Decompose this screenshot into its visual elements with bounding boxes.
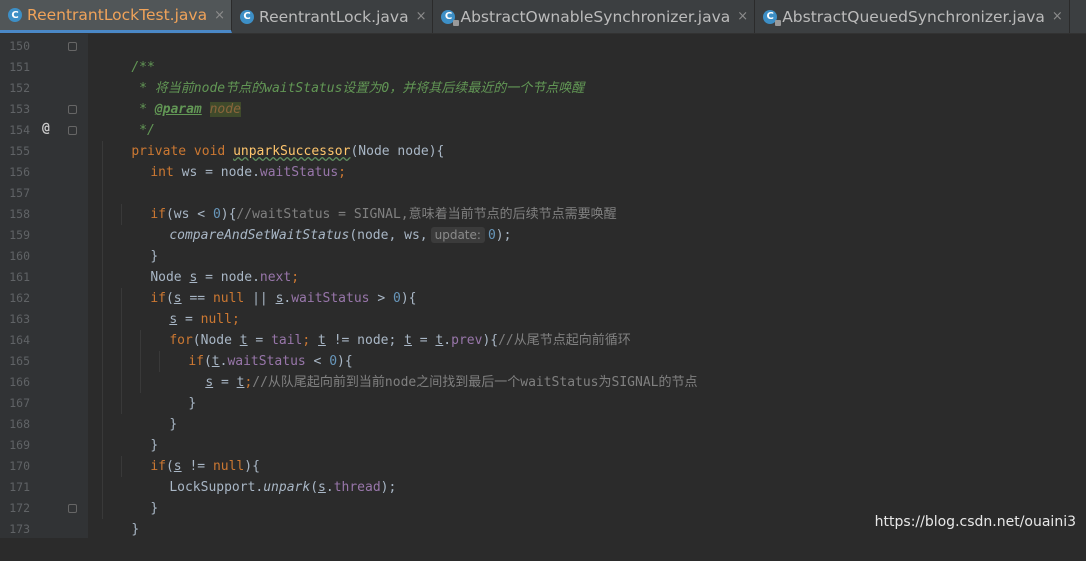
line-number: 156 — [6, 162, 30, 183]
code-line: for(Node t = tail; t != node; t = t.prev… — [138, 309, 631, 330]
code-line: } — [157, 372, 196, 393]
code-editor[interactable]: /** * 将当前node节点的waitStatus设置为0，并将其后续最近的一… — [88, 34, 1086, 538]
code-line: if(ws < 0){//waitStatus = SIGNAL,意味着当前节点… — [119, 183, 617, 204]
code-line: Node s = node.next; — [119, 246, 299, 267]
line-number: 166 — [6, 372, 30, 393]
line-number: 155 — [6, 141, 30, 162]
watermark: https://blog.csdn.net/ouaini3 — [875, 514, 1076, 530]
line-number: 171 — [6, 477, 30, 498]
line-number: 165 — [6, 351, 30, 372]
code-line: } — [138, 393, 177, 414]
class-icon: C — [8, 8, 22, 22]
tab-reentrantlock[interactable]: C ReentrantLock.java × — [232, 0, 433, 33]
line-number: 160 — [6, 246, 30, 267]
code-line: } — [119, 225, 158, 246]
code-line: * 将当前node节点的waitStatus设置为0，并将其后续最近的一个节点唤… — [100, 57, 584, 78]
line-number: 157 — [6, 183, 30, 204]
code-line: compareAndSetWaitStatus(node, ws,update:… — [138, 204, 511, 225]
code-line: private void unparkSuccessor(Node node){ — [100, 120, 444, 141]
indent-guide — [102, 141, 103, 519]
close-icon[interactable]: × — [416, 9, 427, 24]
line-number: 150 — [6, 36, 30, 57]
fold-marker-icon[interactable] — [68, 42, 77, 51]
line-number: 162 — [6, 288, 30, 309]
line-number: 167 — [6, 393, 30, 414]
code-line: int ws = node.waitStatus; — [119, 141, 346, 162]
line-number: 169 — [6, 435, 30, 456]
close-icon[interactable]: × — [214, 8, 225, 23]
code-line: } — [100, 498, 139, 519]
code-line: * @param node — [100, 78, 241, 99]
line-number: 161 — [6, 267, 30, 288]
line-number: 173 — [6, 519, 30, 540]
close-icon[interactable]: × — [1052, 9, 1063, 24]
tab-label: AbstractOwnableSynchronizer.java — [460, 8, 730, 26]
tab-reentrantlocktest[interactable]: C ReentrantLockTest.java × — [0, 0, 232, 33]
locked-class-icon: C — [441, 10, 455, 24]
code-line: } — [119, 477, 158, 498]
code-line: if(t.waitStatus < 0){ — [157, 330, 353, 351]
fold-marker-icon[interactable] — [68, 126, 77, 135]
fold-marker-icon[interactable] — [68, 105, 77, 114]
code-line: } — [119, 414, 158, 435]
locked-class-icon: C — [763, 10, 777, 24]
editor-tab-bar: C ReentrantLockTest.java × C ReentrantLo… — [0, 0, 1086, 34]
line-number: 159 — [6, 225, 30, 246]
line-number: 158 — [6, 204, 30, 225]
code-line: s = t;//从队尾起向前到当前node之间找到最后一个waitStatus为… — [174, 351, 697, 372]
tab-abstractownablesynchronizer[interactable]: C AbstractOwnableSynchronizer.java × — [433, 0, 755, 33]
tab-label: ReentrantLockTest.java — [27, 6, 207, 24]
tab-label: AbstractQueuedSynchronizer.java — [782, 8, 1045, 26]
line-number: 164 — [6, 330, 30, 351]
line-number: 168 — [6, 414, 30, 435]
line-number: 153 — [6, 99, 30, 120]
class-icon: C — [240, 10, 254, 24]
override-icon[interactable]: @ — [42, 121, 50, 136]
fold-marker-icon[interactable] — [68, 504, 77, 513]
code-line: s = null; — [138, 288, 240, 309]
code-line: */ — [100, 99, 155, 120]
line-number: 152 — [6, 78, 30, 99]
line-number: 154 — [6, 120, 30, 141]
line-number: 151 — [6, 57, 30, 78]
tab-abstractqueuedsynchronizer[interactable]: C AbstractQueuedSynchronizer.java × — [755, 0, 1070, 33]
line-number: 172 — [6, 498, 30, 519]
code-line: if(s != null){ — [119, 435, 260, 456]
tab-label: ReentrantLock.java — [259, 8, 409, 26]
code-line: if(s == null || s.waitStatus > 0){ — [119, 267, 416, 288]
line-number: 163 — [6, 309, 30, 330]
code-line: LockSupport.unpark(s.thread); — [138, 456, 396, 477]
line-number-gutter[interactable]: 150 151 152 153 154 155 156 157 158 159 … — [0, 34, 88, 538]
code-line: /** — [100, 36, 155, 57]
close-icon[interactable]: × — [737, 9, 748, 24]
line-number: 170 — [6, 456, 30, 477]
parameter-hint: update: — [431, 227, 485, 243]
